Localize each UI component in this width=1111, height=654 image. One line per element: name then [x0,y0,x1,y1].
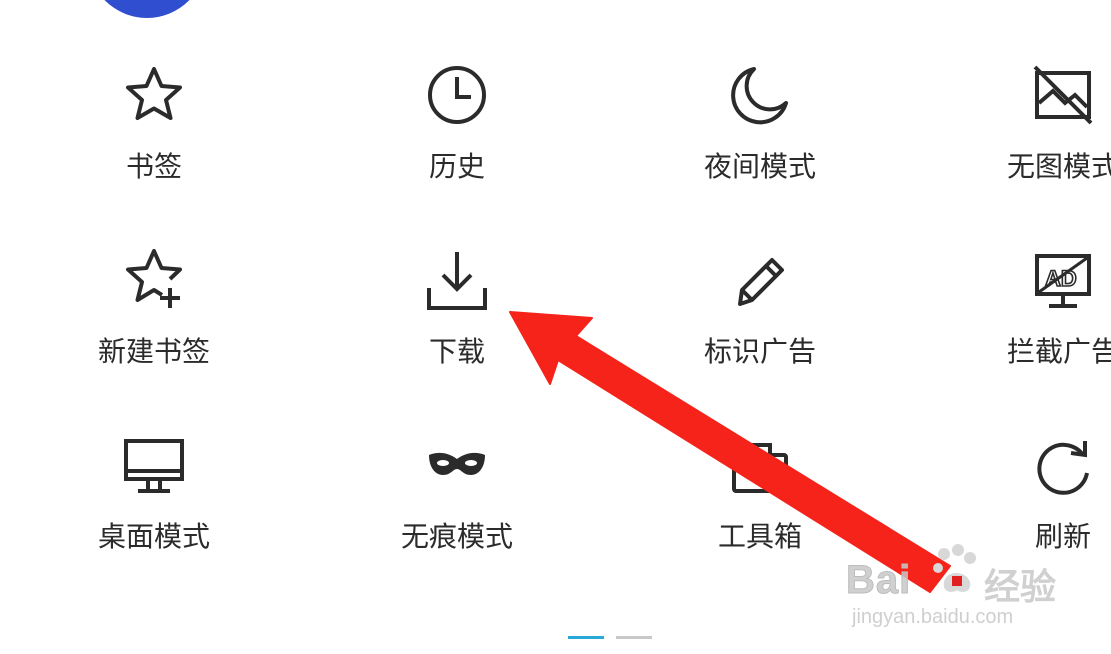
menu-item-new-bookmark[interactable]: 新建书签 [44,245,264,415]
toolbox-icon [725,430,795,500]
menu-grid: 书签 历史 夜间模式 无图模式 新建书签 下载 标识广告 AD 拦截广告 桌面模… [0,0,1111,654]
no-image-icon [1028,60,1098,130]
menu-item-label: 拦截广告 [1006,335,1111,368]
menu-item-mark-ads[interactable]: 标识广告 [650,245,870,415]
menu-item-refresh[interactable]: 刷新 [953,430,1111,600]
menu-item-label: 历史 [428,150,485,183]
menu-item-history[interactable]: 历史 [347,60,567,230]
star-icon [119,60,189,130]
menu-item-label: 无图模式 [1006,150,1111,183]
menu-item-label: 夜间模式 [703,150,816,183]
page-dot[interactable] [616,636,652,639]
menu-item-label: 工具箱 [717,520,802,553]
menu-item-no-image-mode[interactable]: 无图模式 [953,60,1111,230]
page-dot-active[interactable] [568,636,604,639]
pencil-icon [725,245,795,315]
menu-item-download[interactable]: 下载 [347,245,567,415]
menu-item-night-mode[interactable]: 夜间模式 [650,60,870,230]
menu-item-label: 刷新 [1034,520,1091,553]
menu-item-label: 桌面模式 [97,520,210,553]
menu-item-label: 新建书签 [97,335,210,368]
menu-item-label: 无痕模式 [400,520,513,553]
menu-item-label: 书签 [125,150,182,183]
page-indicator[interactable] [568,636,652,639]
moon-icon [725,60,795,130]
menu-item-bookmarks[interactable]: 书签 [44,60,264,230]
menu-item-incognito[interactable]: 无痕模式 [347,430,567,600]
menu-item-label: 下载 [428,335,485,368]
menu-item-toolbox[interactable]: 工具箱 [650,430,870,600]
refresh-icon [1028,430,1098,500]
menu-item-label: 标识广告 [703,335,816,368]
ad-block-icon: AD [1028,245,1098,315]
mask-icon [422,430,492,500]
monitor-icon [119,430,189,500]
clock-icon [422,60,492,130]
menu-item-desktop-mode[interactable]: 桌面模式 [44,430,264,600]
star-plus-icon [119,245,189,315]
download-icon [422,245,492,315]
menu-item-block-ads[interactable]: AD 拦截广告 [953,245,1111,415]
